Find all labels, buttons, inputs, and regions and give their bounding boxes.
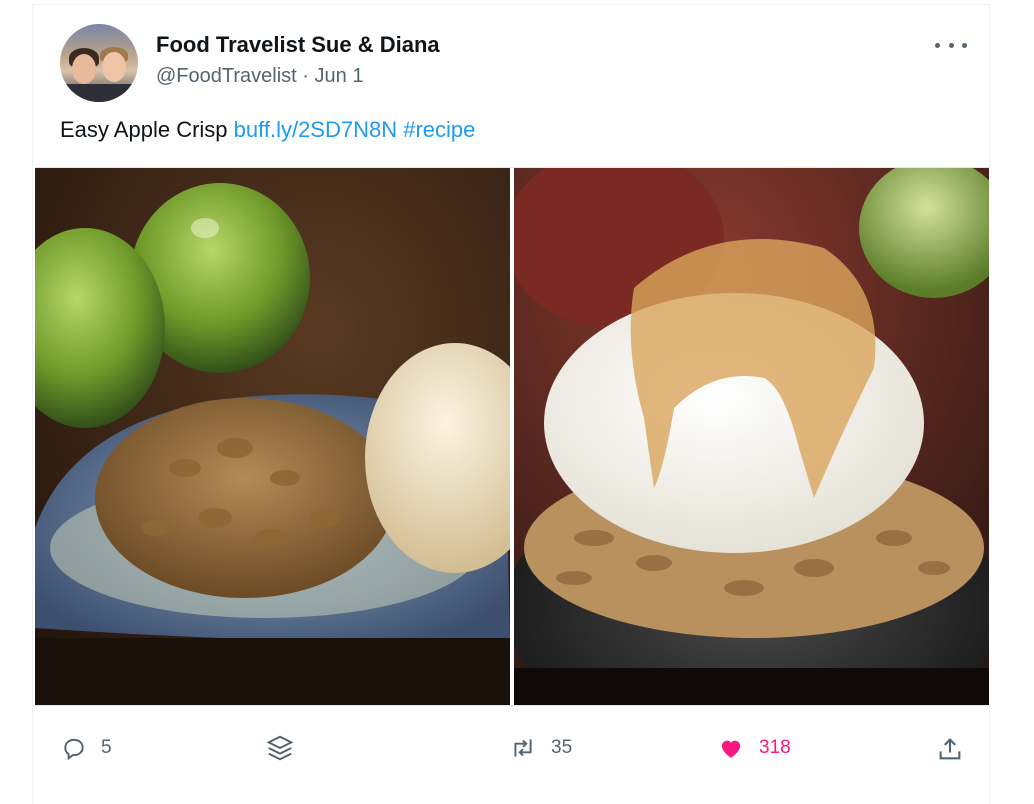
tweet-hashtag[interactable]: #recipe bbox=[403, 117, 475, 142]
reply-count: 5 bbox=[101, 737, 112, 758]
handle-row: @FoodTravelist · Jun 1 bbox=[156, 65, 363, 88]
share-icon bbox=[939, 738, 961, 760]
stack-icon bbox=[266, 735, 294, 761]
tweet-text-body: Easy Apple Crisp bbox=[60, 117, 228, 142]
more-icon[interactable] bbox=[935, 35, 967, 55]
media-grid bbox=[35, 167, 990, 706]
like-button[interactable]: 318 bbox=[717, 735, 791, 761]
photo-apple-crisp-green-apples[interactable] bbox=[35, 168, 510, 705]
tweet-card[interactable]: Food Travelist Sue & Diana @FoodTravelis… bbox=[32, 4, 990, 804]
separator: · bbox=[302, 65, 309, 87]
reply-button[interactable]: 5 bbox=[61, 735, 112, 761]
reply-icon bbox=[64, 738, 84, 761]
like-count: 318 bbox=[759, 737, 791, 758]
share-button[interactable] bbox=[936, 735, 964, 763]
retweet-count: 35 bbox=[551, 737, 573, 758]
tweet-text: Easy Apple Crisp buff.ly/2SD7N8N #recipe bbox=[60, 117, 475, 143]
author-name[interactable]: Food Travelist Sue & Diana bbox=[156, 32, 440, 58]
tweet-link[interactable]: buff.ly/2SD7N8N bbox=[234, 117, 397, 142]
tweet-date[interactable]: Jun 1 bbox=[315, 65, 364, 87]
retweet-button[interactable]: 35 bbox=[509, 735, 572, 761]
avatar[interactable] bbox=[60, 24, 138, 102]
retweet-icon bbox=[514, 739, 532, 757]
photo-apple-crisp-caramel-ice-cream[interactable] bbox=[514, 168, 989, 705]
action-bar: 5 35 318 bbox=[33, 723, 991, 773]
author-handle[interactable]: @FoodTravelist bbox=[156, 65, 297, 87]
heart-icon bbox=[721, 740, 741, 758]
stack-button[interactable] bbox=[265, 733, 295, 763]
